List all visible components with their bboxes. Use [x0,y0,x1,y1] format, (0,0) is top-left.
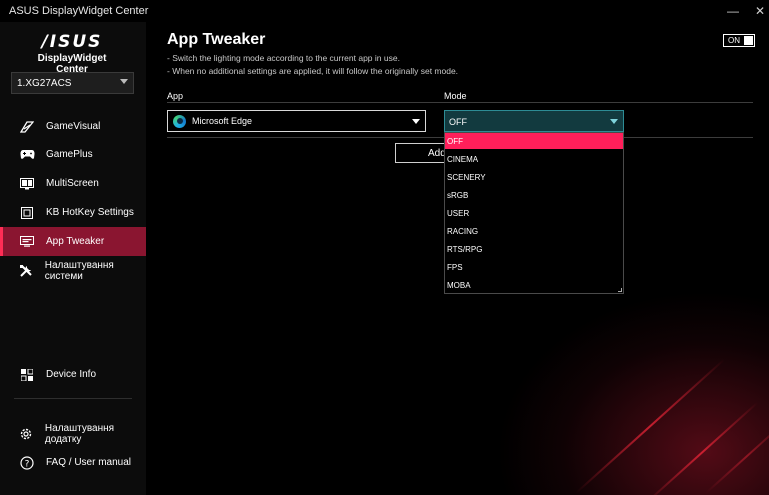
sidebar-item-label: KB HotKey Settings [46,207,134,218]
mode-option-moba[interactable]: MOBA [445,277,623,293]
background-streak [705,418,769,494]
gamepad-icon [19,147,35,163]
description-line-2: - When no additional settings are applie… [167,66,459,76]
mode-option-fps[interactable]: FPS [445,259,623,275]
keyboard-icon [19,205,35,221]
sidebar-item-label: App Tweaker [46,236,105,247]
app-tweaker-toggle[interactable]: ON [723,34,755,47]
toggle-label: ON [728,36,740,45]
device-info-icon [19,367,35,383]
mode-option-scenery[interactable]: SCENERY [445,169,623,185]
sidebar-item-label: FAQ / User manual [46,457,132,468]
add-button[interactable]: Add [395,143,447,163]
mode-option-user[interactable]: USER [445,205,623,221]
sidebar-item-gameplus[interactable]: GamePlus [0,140,146,169]
sidebar: /ISUS DisplayWidget Center 1.XG27ACS Gam… [0,22,146,495]
logo-mark: /ISUS [41,32,103,52]
sidebar-item-label: Налаштування додатку [44,422,115,445]
sidebar-item-label: GameVisual [46,121,101,132]
sidebar-item-label: Device Info [46,369,97,380]
app-select[interactable]: Microsoft Edge [167,110,426,132]
tools-icon [19,263,34,279]
sidebar-item-device-info[interactable]: Device Info [0,360,146,389]
gamevisual-icon [19,119,35,135]
sidebar-item-gamevisual[interactable]: GameVisual [0,112,146,141]
help-icon: ? [19,455,35,471]
app-column-header: App [167,91,184,101]
sidebar-item-label: MultiScreen [46,178,99,189]
sidebar-item-system-settings[interactable]: Налаштування системи [0,256,146,285]
edge-browser-icon [173,114,186,128]
sidebar-item-multiscreen[interactable]: MultiScreen [0,169,146,198]
svg-text:?: ? [25,459,30,469]
sidebar-item-app-settings[interactable]: Налаштування додатку [0,419,146,448]
sidebar-item-faq[interactable]: ? FAQ / User manual [0,448,146,477]
mode-option-cinema[interactable]: CINEMA [445,151,623,167]
sidebar-item-label: Налаштування системи [44,259,114,282]
main-panel: App Tweaker - Switch the lighting mode a… [146,22,769,495]
gear-icon [19,426,34,442]
toggle-knob [744,36,753,45]
background-streak [575,358,726,494]
title-bar: ASUS DisplayWidget Center — ✕ [0,0,769,22]
description-line-1: - Switch the lighting mode according to … [167,53,400,63]
sidebar-item-app-tweaker[interactable]: App Tweaker [0,227,146,256]
minimize-button[interactable]: — [722,2,744,20]
mode-option-srgb[interactable]: sRGB [445,187,623,203]
mode-dropdown-list: OFF CINEMA SCENERY sRGB USER RACING RTS/… [444,132,624,294]
sidebar-item-kb-hotkey[interactable]: KB HotKey Settings [0,198,146,227]
page-title: App Tweaker [167,31,266,48]
close-button[interactable]: ✕ [749,2,769,20]
mode-select[interactable]: OFF [444,110,624,132]
chevron-down-icon [120,79,128,84]
chevron-down-icon [412,119,420,124]
device-select[interactable]: 1.XG27ACS [11,72,134,94]
mode-column-header: Mode [444,91,467,101]
mode-option-racing[interactable]: RACING [445,223,623,239]
device-select-value: 1.XG27ACS [17,78,72,89]
multiscreen-icon [19,176,35,192]
app-select-value: Microsoft Edge [192,116,253,126]
mode-option-off[interactable]: OFF [445,133,623,149]
mode-select-value: OFF [449,117,467,127]
sidebar-item-label: GamePlus [46,149,93,160]
resize-grip[interactable] [618,288,622,292]
sidebar-divider [14,398,132,399]
header-divider [167,102,753,103]
app-tweaker-icon [19,234,35,250]
asus-logo: /ISUS DisplayWidget Center [22,32,122,75]
mode-option-rts-rpg[interactable]: RTS/RPG [445,241,623,257]
window-title: ASUS DisplayWidget Center [9,5,149,17]
chevron-down-icon [610,119,618,124]
